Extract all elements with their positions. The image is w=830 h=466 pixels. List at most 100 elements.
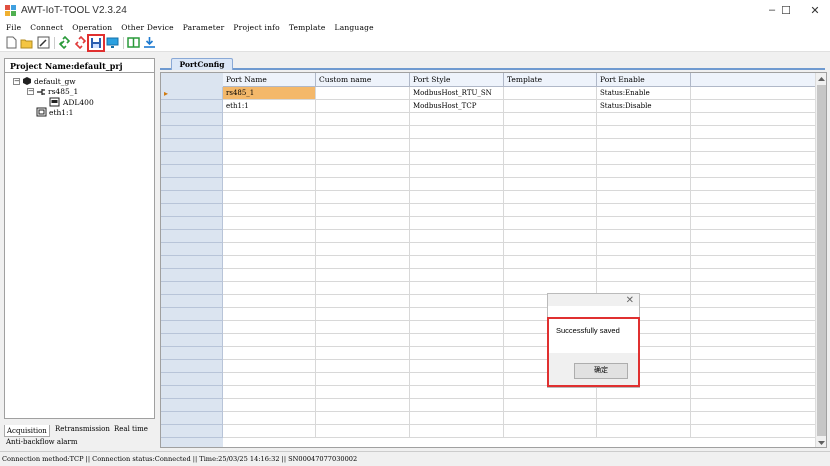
table-cell[interactable] [223,243,316,256]
row-header[interactable] [161,308,223,321]
row-header[interactable] [161,139,223,152]
table-row[interactable] [223,243,816,256]
edit-icon[interactable] [36,36,50,50]
table-row[interactable] [223,282,816,295]
table-cell[interactable] [504,87,597,100]
tree-node-default-gw[interactable]: − default_gw [13,76,76,86]
table-cell[interactable] [597,243,691,256]
table-cell[interactable] [316,87,410,100]
table-cell[interactable] [223,386,316,399]
table-cell[interactable] [223,412,316,425]
table-cell[interactable] [597,165,691,178]
table-row[interactable]: rs485_1 ModbusHost_RTU_SN Status:Enable [223,87,816,100]
ok-button[interactable]: 确定 [574,363,628,379]
table-cell[interactable] [316,243,410,256]
table-cell[interactable] [223,282,316,295]
table-cell[interactable] [316,412,410,425]
table-cell[interactable] [223,373,316,386]
close-button[interactable]: ✕ [801,0,829,20]
table-row[interactable] [223,334,816,347]
table-cell[interactable] [410,230,504,243]
table-cell[interactable] [410,204,504,217]
table-cell[interactable] [691,230,816,243]
monitor-icon[interactable] [105,36,119,50]
table-row[interactable] [223,139,816,152]
row-header[interactable] [161,230,223,243]
table-cell[interactable] [316,230,410,243]
table-cell[interactable] [504,399,597,412]
table-cell[interactable] [410,243,504,256]
table-cell[interactable] [597,126,691,139]
table-cell[interactable] [691,425,816,438]
table-cell[interactable] [691,113,816,126]
table-cell[interactable] [316,204,410,217]
table-cell[interactable] [691,399,816,412]
table-row[interactable] [223,217,816,230]
table-cell[interactable] [597,113,691,126]
table-row[interactable] [223,152,816,165]
row-header[interactable] [161,204,223,217]
table-cell[interactable] [691,243,816,256]
table-cell[interactable] [410,139,504,152]
table-row[interactable] [223,178,816,191]
row-header[interactable] [161,360,223,373]
table-cell[interactable] [597,412,691,425]
table-cell[interactable]: rs485_1 [223,87,316,100]
table-cell[interactable] [316,373,410,386]
table-cell[interactable] [597,217,691,230]
table-cell[interactable] [597,152,691,165]
table-cell[interactable] [316,191,410,204]
table-cell[interactable] [223,178,316,191]
table-cell[interactable] [597,230,691,243]
new-file-icon[interactable] [4,36,18,50]
table-row[interactable] [223,412,816,425]
row-header[interactable] [161,113,223,126]
row-header[interactable] [161,347,223,360]
table-cell[interactable] [691,321,816,334]
table-row[interactable] [223,373,816,386]
download-icon[interactable] [142,36,156,50]
table-cell[interactable] [410,113,504,126]
maximize-button[interactable]: ☐ [772,0,800,20]
row-header[interactable] [161,425,223,438]
table-cell[interactable] [691,204,816,217]
scroll-up-icon[interactable] [817,75,826,83]
table-cell[interactable] [316,399,410,412]
table-cell[interactable] [316,360,410,373]
split-icon[interactable] [126,36,140,50]
table-cell[interactable] [410,308,504,321]
table-cell[interactable] [504,178,597,191]
table-cell[interactable] [504,165,597,178]
menu-operation[interactable]: Operation [72,23,112,32]
table-cell[interactable] [691,308,816,321]
table-cell[interactable] [597,178,691,191]
table-cell[interactable] [316,152,410,165]
col-header-port-style[interactable]: Port Style [410,73,504,87]
table-cell[interactable] [410,321,504,334]
tree-node-eth1-1[interactable]: eth1:1 [36,107,73,117]
table-cell[interactable] [410,269,504,282]
disconnect-link-icon[interactable] [73,36,87,50]
table-cell[interactable] [316,334,410,347]
table-cell[interactable] [410,256,504,269]
table-cell[interactable] [691,269,816,282]
table-cell[interactable] [504,100,597,113]
table-cell[interactable] [223,347,316,360]
table-cell[interactable] [504,230,597,243]
table-cell[interactable] [504,139,597,152]
tab-retransmission[interactable]: Retransmission [53,423,112,435]
table-cell[interactable] [316,269,410,282]
table-row[interactable] [223,191,816,204]
table-cell[interactable] [316,347,410,360]
table-cell[interactable] [410,165,504,178]
table-cell[interactable]: ModbusHost_TCP [410,100,504,113]
save-icon[interactable] [87,33,105,52]
menu-language[interactable]: Language [335,23,374,32]
col-header-port-name[interactable]: Port Name [223,73,316,87]
col-header-custom-name[interactable]: Custom name [316,73,410,87]
table-row[interactable] [223,399,816,412]
table-row[interactable] [223,204,816,217]
table-cell[interactable] [223,152,316,165]
table-cell[interactable] [223,308,316,321]
table-cell[interactable] [410,178,504,191]
